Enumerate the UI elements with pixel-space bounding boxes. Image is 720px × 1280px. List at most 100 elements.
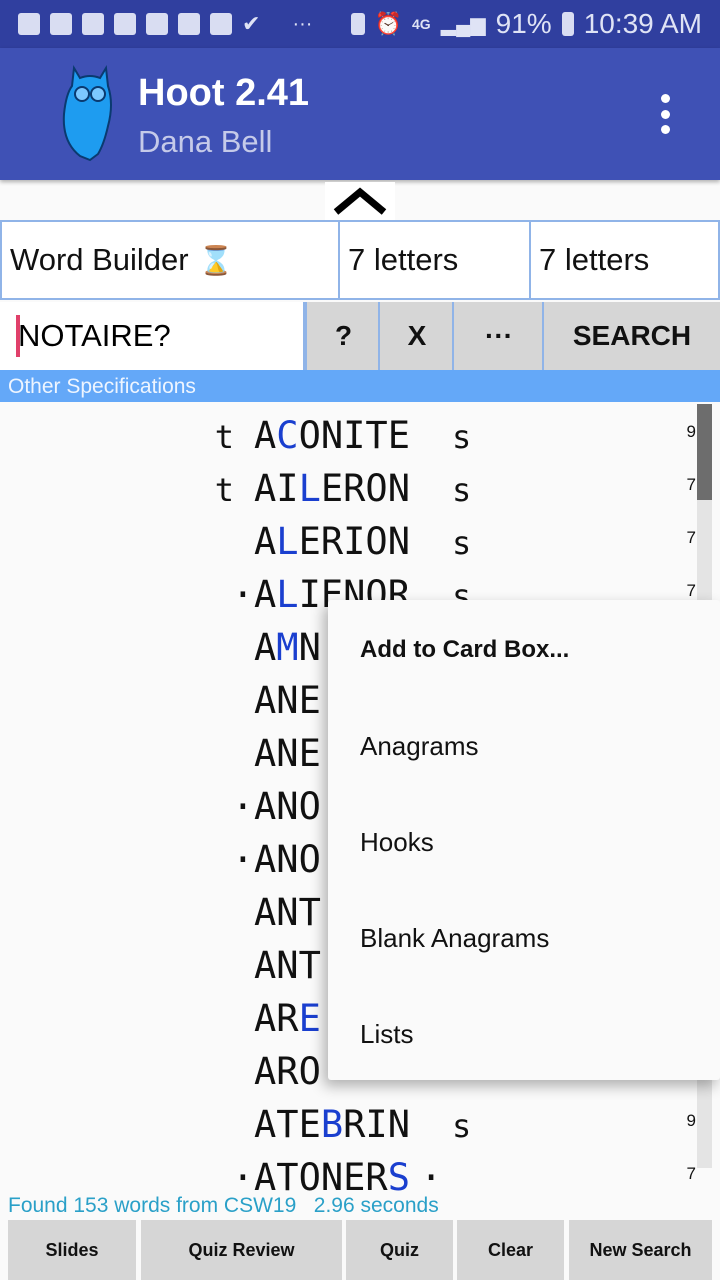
letter: A [254,944,277,987]
letter: A [254,732,277,775]
letter: E [298,520,321,563]
letter: N [387,520,410,563]
app-title: Hoot 2.41 [138,72,310,114]
menu-item-hooks[interactable]: Hooks [360,794,720,890]
letter: N [276,785,299,828]
scrollbar-thumb[interactable] [697,404,712,500]
front-hook: t [214,471,234,509]
menu-item-anagrams[interactable]: Anagrams [360,698,720,794]
word-row[interactable]: t AILERON s 7 [0,459,720,512]
word: ANT [254,891,321,934]
letter: N [276,679,299,722]
search-button[interactable]: SEARCH [542,302,720,370]
letter: A [254,997,277,1040]
word: AMN [254,626,321,669]
new-search-button[interactable]: New Search [569,1220,712,1280]
word: ACONITE [254,414,410,457]
more-options-button[interactable]: ··· [452,302,544,370]
letter: R [343,1103,366,1146]
letter: E [343,1156,366,1199]
app-bar: Hoot 2.41 Dana Bell [0,48,720,180]
letter: O [365,467,388,510]
quiz-button[interactable]: Quiz [346,1220,453,1280]
letter: N [276,891,299,934]
letter: T [276,1156,299,1199]
word-score: 9 [686,1111,696,1130]
notes-icon [50,13,72,35]
menu-item-blank-anagrams[interactable]: Blank Anagrams [360,890,720,986]
back-hook: s [452,524,472,562]
word-row[interactable]: ALERION s 7 [0,512,720,565]
blank-letter: M [276,626,299,669]
other-specifications-toggle[interactable]: Other Specifications [0,370,720,402]
word: ANO [254,785,321,828]
checkmark-icon: ✔ [242,11,261,36]
letter: A [254,414,277,457]
min-length-select[interactable]: 7 letters [338,220,531,300]
word: ATEBRIN [254,1103,410,1146]
search-type-select[interactable]: Word Builder ⌛ [0,220,340,300]
word: ALERION [254,520,410,563]
slides-button[interactable]: Slides [8,1220,136,1280]
battery-saver-icon [350,13,365,35]
signal-icon: ▂▄▆ [440,13,486,36]
letter: N [276,944,299,987]
letter: E [298,732,321,775]
ifttt-icon [178,13,200,35]
word-row[interactable]: ATEBRIN s 9 [0,1095,720,1148]
help-button[interactable]: ? [305,302,380,370]
blank-letter: E [298,997,321,1040]
letter: I [298,573,321,616]
letter: R [320,520,344,563]
word: ARE [254,997,321,1040]
word-score: 7 [686,475,696,494]
context-menu: Add to Card Box... Anagrams Hooks Blank … [328,600,720,1080]
letter: T [298,891,321,934]
menu-item-add-to-card-box[interactable]: Add to Card Box... [360,602,720,698]
word-score: 9 [686,422,696,441]
letter: A [254,520,277,563]
back-hook: s [452,471,472,509]
letter: A [254,467,277,510]
notes-icon [18,13,40,35]
clear-button[interactable]: Clear [457,1220,564,1280]
mail-icon [146,13,168,35]
word: ATONERS [254,1156,410,1199]
letter: O [298,1156,321,1199]
letter: A [254,679,277,722]
front-hook: · [231,838,254,881]
word-score: 7 [686,581,696,600]
menu-item-lists[interactable]: Lists [360,986,720,1082]
max-length-select[interactable]: 7 letters [529,220,720,300]
notes-icon [82,13,104,35]
quiz-review-button[interactable]: Quiz Review [141,1220,342,1280]
letter: R [276,1050,299,1093]
front-hook: · [231,1156,254,1199]
app-subtitle: Dana Bell [138,124,273,159]
letter: N [387,1103,410,1146]
word: ANT [254,944,321,987]
letter: I [276,467,299,510]
letter: R [365,1156,388,1199]
letter: E [298,679,321,722]
search-type-label: Word Builder [10,242,189,277]
letter: A [254,838,277,881]
letter: N [298,626,321,669]
query-input[interactable]: NOTAIRE? [0,302,305,370]
battery-percent: 91% [495,8,552,39]
word-row[interactable]: t ACONITE s 9 [0,406,720,459]
overflow-menu-icon[interactable] [650,94,680,134]
blank-letter: L [276,573,299,616]
letter: N [276,732,299,775]
clear-query-button[interactable]: X [378,302,454,370]
back-hook: s [452,1107,472,1145]
4g-lte-icon: 4G [412,16,431,32]
word: ANE [254,732,321,775]
collapse-button[interactable] [325,182,395,220]
letter: R [343,467,366,510]
front-hook: · [231,785,254,828]
back-hook: · [420,1156,443,1199]
letter: A [254,891,277,934]
word-score: 7 [686,528,696,547]
more-icon: ··· [292,12,313,35]
